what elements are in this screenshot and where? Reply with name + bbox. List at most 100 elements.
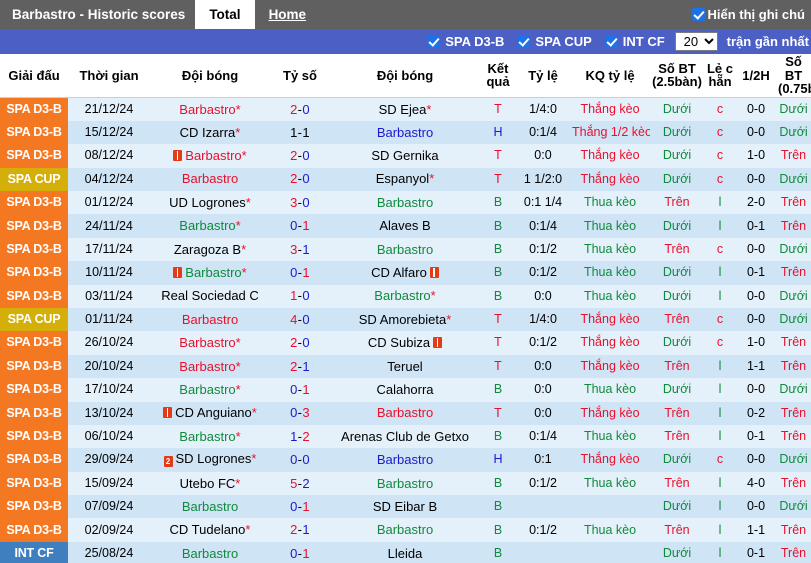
table-row[interactable]: SPA CUP 01/11/24 Barbastro 4-0 SD Amorebieta… xyxy=(0,307,811,332)
cell-away-team[interactable]: Barbastro xyxy=(330,120,480,145)
cell-home-team[interactable]: Barbastro xyxy=(150,541,270,563)
table-row[interactable]: SPA D3-B 15/12/24 CD Izarra* 1-1 Barbastro H 0… xyxy=(0,120,811,145)
col-header-score[interactable]: Tỷ số xyxy=(270,54,330,98)
cell-home-team[interactable]: Barbastro* xyxy=(150,144,270,168)
table-row[interactable]: SPA D3-B 26/10/24 Barbastro* 2-0 CD Subiza T 0… xyxy=(0,331,811,355)
filter-checkbox-spa-cup[interactable] xyxy=(517,35,531,48)
cell-score[interactable]: 0-1 xyxy=(270,378,330,402)
table-row[interactable]: SPA D3-B 03/11/24 Real Sociedad C 1-0 Barbas… xyxy=(0,284,811,308)
table-row[interactable]: SPA D3-B 17/11/24 Zaragoza B* 3-1 Barbastro B… xyxy=(0,237,811,262)
cell-home-team[interactable]: CD Tudelano* xyxy=(150,518,270,542)
col-header-half-time[interactable]: 1/2H xyxy=(736,54,776,98)
table-row[interactable]: SPA D3-B 24/11/24 Barbastro* 0-1 Alaves B B 0:… xyxy=(0,214,811,238)
cell-home-team[interactable]: CD Anguiano* xyxy=(150,401,270,425)
cell-away-team[interactable]: Alaves B xyxy=(330,214,480,238)
cell-away-team[interactable]: Barbastro xyxy=(330,518,480,542)
cell-away-team[interactable]: Barbastro xyxy=(330,190,480,215)
cell-score[interactable]: 3-0 xyxy=(270,190,330,215)
cell-home-team[interactable]: Barbastro xyxy=(150,307,270,332)
col-header-odd-even[interactable]: Lẻ c hẵn xyxy=(704,54,736,98)
table-row[interactable]: SPA D3-B 21/12/24 Barbastro* 2-0 SD Ejea* T 1/… xyxy=(0,97,811,121)
cell-home-team[interactable]: CD Izarra* xyxy=(150,120,270,145)
table-row[interactable]: SPA CUP 04/12/24 Barbastro 2-0 Espanyol* T 1 1… xyxy=(0,167,811,191)
cell-away-team[interactable]: SD Ejea* xyxy=(330,97,480,121)
col-header-home-team[interactable]: Đội bóng xyxy=(150,54,270,98)
cell-home-team[interactable]: Barbastro* xyxy=(150,261,270,285)
cell-score[interactable]: 1-2 xyxy=(270,424,330,449)
col-header-odds[interactable]: Tỷ lệ xyxy=(516,54,570,98)
cell-home-team[interactable]: Real Sociedad C xyxy=(150,284,270,308)
table-row[interactable]: SPA D3-B 02/09/24 CD Tudelano* 2-1 Barbastro… xyxy=(0,518,811,542)
cell-away-team[interactable]: Barbastro xyxy=(330,401,480,425)
cell-score[interactable]: 0-1 xyxy=(270,261,330,285)
table-row[interactable]: SPA D3-B 13/10/24 CD Anguiano* 0-3 Barbastro… xyxy=(0,401,811,425)
table-row[interactable]: SPA D3-B 07/09/24 Barbastro 0-1 SD Eibar B B D… xyxy=(0,495,811,519)
cell-away-team[interactable]: Calahorra xyxy=(330,378,480,402)
cell-away-team[interactable]: Barbastro xyxy=(330,448,480,472)
cell-result: B xyxy=(480,378,516,402)
cell-home-team[interactable]: Zaragoza B* xyxy=(150,237,270,262)
cell-home-team[interactable]: Barbastro xyxy=(150,495,270,519)
cell-score[interactable]: 1-1 xyxy=(270,120,330,145)
cell-score[interactable]: 2-0 xyxy=(270,331,330,355)
cell-home-team[interactable]: UD Logrones* xyxy=(150,190,270,215)
cell-score[interactable]: 3-1 xyxy=(270,237,330,262)
cell-away-team[interactable]: Arenas Club de Getxo xyxy=(330,424,480,449)
cell-score[interactable]: 0-0 xyxy=(270,448,330,472)
cell-home-team[interactable]: Barbastro* xyxy=(150,331,270,355)
filter-checkbox-spa-d3b[interactable] xyxy=(427,35,441,48)
cell-away-team[interactable]: CD Alfaro xyxy=(330,261,480,285)
cell-score[interactable]: 2-0 xyxy=(270,167,330,191)
match-count-select[interactable]: 10203050 xyxy=(674,32,718,51)
cell-score[interactable]: 2-0 xyxy=(270,97,330,121)
cell-away-team[interactable]: SD Gernika xyxy=(330,144,480,168)
cell-score[interactable]: 2-1 xyxy=(270,518,330,542)
cell-away-team[interactable]: Espanyol* xyxy=(330,167,480,191)
table-row[interactable]: SPA D3-B 10/11/24 Barbastro* 0-1 CD Alfaro B 0… xyxy=(0,261,811,285)
cell-away-team[interactable]: Teruel xyxy=(330,354,480,379)
col-header-ou-075[interactable]: Số BT (0.75bàn) xyxy=(776,54,811,98)
cell-home-team[interactable]: 2 SD Logrones* xyxy=(150,448,270,472)
cell-home-team[interactable]: Barbastro* xyxy=(150,424,270,449)
cell-score[interactable]: 1-0 xyxy=(270,284,330,308)
table-row[interactable]: SPA D3-B 08/12/24 Barbastro* 2-0 SD Gernika T… xyxy=(0,144,811,168)
cell-home-team[interactable]: Barbastro* xyxy=(150,354,270,379)
table-row[interactable]: SPA D3-B 17/10/24 Barbastro* 0-1 Calahorra B 0… xyxy=(0,378,811,402)
tab-home[interactable]: Home xyxy=(255,0,321,29)
cell-score[interactable]: 4-0 xyxy=(270,307,330,332)
table-row[interactable]: SPA D3-B 06/10/24 Barbastro* 1-2 Arenas Club… xyxy=(0,424,811,449)
table-row[interactable]: SPA D3-B 15/09/24 Utebo FC* 5-2 Barbastro B 0:… xyxy=(0,471,811,496)
col-header-league[interactable]: Giải đấu xyxy=(0,54,68,98)
cell-score[interactable]: 0-1 xyxy=(270,541,330,563)
col-header-result[interactable]: Kết quả xyxy=(480,54,516,98)
cell-away-team[interactable]: SD Amorebieta* xyxy=(330,307,480,332)
tab-total[interactable]: Total xyxy=(195,0,255,29)
cell-home-team[interactable]: Utebo FC* xyxy=(150,471,270,496)
cell-home-team[interactable]: Barbastro xyxy=(150,167,270,191)
cell-home-team[interactable]: Barbastro* xyxy=(150,214,270,238)
cell-away-team[interactable]: Barbastro xyxy=(330,471,480,496)
col-header-time[interactable]: Thời gian xyxy=(68,54,150,98)
filter-checkbox-int-cf[interactable] xyxy=(604,35,618,48)
cell-score[interactable]: 0-1 xyxy=(270,495,330,519)
table-row[interactable]: SPA D3-B 29/09/24 2 SD Logrones* 0-0 Barbastr… xyxy=(0,448,811,472)
col-header-ou-25[interactable]: Số BT (2.5bàn) xyxy=(650,54,704,98)
cell-away-team[interactable]: SD Eibar B xyxy=(330,495,480,519)
cell-away-team[interactable]: Lleida xyxy=(330,541,480,563)
cell-away-team[interactable]: CD Subiza xyxy=(330,331,480,355)
cell-home-team[interactable]: Barbastro* xyxy=(150,378,270,402)
cell-score[interactable]: 2-0 xyxy=(270,144,330,168)
table-row[interactable]: SPA D3-B 20/10/24 Barbastro* 2-1 Teruel T 0:0 T… xyxy=(0,354,811,379)
table-row[interactable]: SPA D3-B 01/12/24 UD Logrones* 3-0 Barbastro… xyxy=(0,190,811,215)
col-header-odds-result[interactable]: KQ tỷ lệ xyxy=(570,54,650,98)
cell-score[interactable]: 5-2 xyxy=(270,471,330,496)
cell-score[interactable]: 0-1 xyxy=(270,214,330,238)
show-notes-checkbox[interactable] xyxy=(691,8,705,21)
cell-score[interactable]: 0-3 xyxy=(270,401,330,425)
table-row[interactable]: INT CF 25/08/24 Barbastro 0-1 Lleida B Dưới l 0-… xyxy=(0,541,811,563)
cell-score[interactable]: 2-1 xyxy=(270,354,330,379)
cell-home-team[interactable]: Barbastro* xyxy=(150,97,270,121)
col-header-away-team[interactable]: Đội bóng xyxy=(330,54,480,98)
cell-away-team[interactable]: Barbastro xyxy=(330,237,480,262)
cell-away-team[interactable]: Barbastro* xyxy=(330,284,480,308)
